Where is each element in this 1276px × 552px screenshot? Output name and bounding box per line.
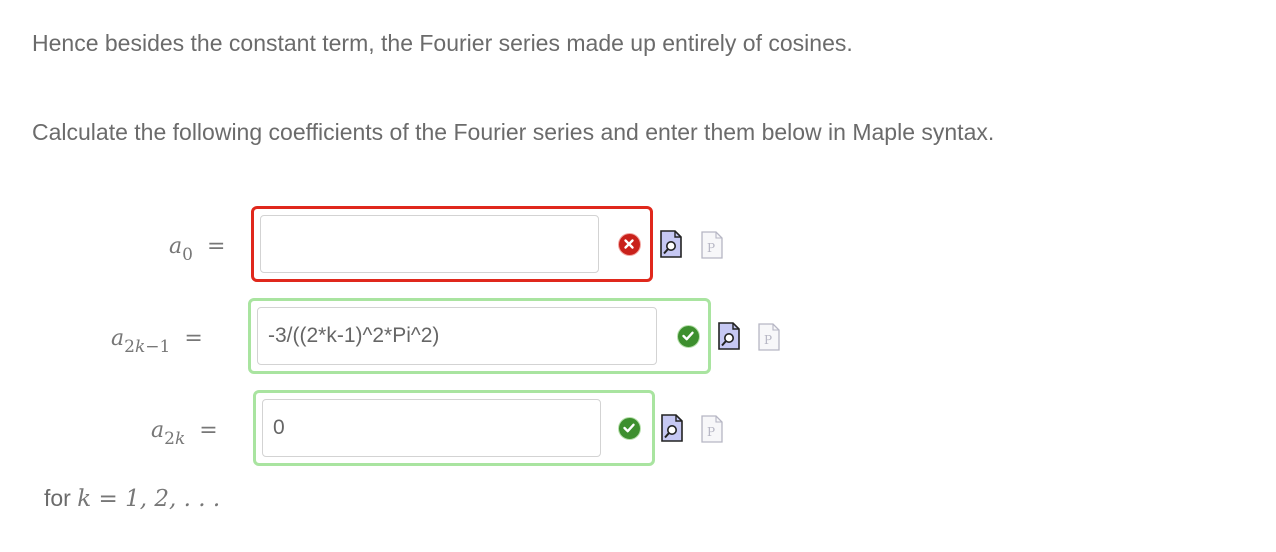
label-a2k-var: a <box>151 418 165 443</box>
answer-input-a2k-1[interactable] <box>257 307 657 365</box>
label-a2k-sub: 2k <box>164 429 185 449</box>
label-a2k: a2k = <box>151 418 218 449</box>
label-a0-sub: 0 <box>182 245 193 265</box>
instruction-text: Calculate the following coefficients of … <box>32 119 995 145</box>
label-a2k-sub-k: k <box>174 429 186 449</box>
maple-p-icon[interactable]: P <box>701 415 723 443</box>
label-a2k-1-var: a <box>111 326 125 351</box>
label-a2k-equals: = <box>199 418 218 443</box>
svg-text:P: P <box>707 425 715 439</box>
label-a2k-1-sub-k: k <box>134 337 146 357</box>
label-a2k-sub-pre: 2 <box>164 429 175 449</box>
answer-input-a0[interactable] <box>260 215 599 273</box>
preview-magnifier-icon[interactable] <box>660 230 682 258</box>
preview-magnifier-icon[interactable] <box>661 414 683 442</box>
label-a0-equals: = <box>206 234 226 259</box>
intro-text: Hence besides the constant term, the Fou… <box>32 30 853 56</box>
label-a2k-1-sub-pre: 2 <box>124 337 135 357</box>
svg-text:P: P <box>764 333 772 347</box>
label-a2k-1-sub: 2k−1 <box>124 337 170 357</box>
label-a2k-1: a2k−1 = <box>111 326 203 357</box>
check-circle-icon <box>677 325 700 348</box>
label-a0: a0 = <box>169 234 225 265</box>
label-a2k-1-equals: = <box>184 326 203 351</box>
maple-p-icon[interactable]: P <box>701 231 723 259</box>
answer-input-a2k[interactable] <box>262 399 601 457</box>
range-note-values: = 1, 2, . . . <box>91 486 221 512</box>
range-note-for: for <box>44 485 78 511</box>
check-circle-icon <box>618 417 641 440</box>
maple-p-icon[interactable]: P <box>758 323 780 351</box>
label-a0-var: a <box>169 234 183 259</box>
range-note-var: k <box>77 486 92 512</box>
x-circle-icon <box>618 233 641 256</box>
range-note: for k = 1, 2, . . . <box>44 485 220 512</box>
preview-magnifier-icon[interactable] <box>718 322 740 350</box>
label-a2k-1-sub-post: −1 <box>145 337 171 357</box>
svg-text:P: P <box>707 241 715 255</box>
